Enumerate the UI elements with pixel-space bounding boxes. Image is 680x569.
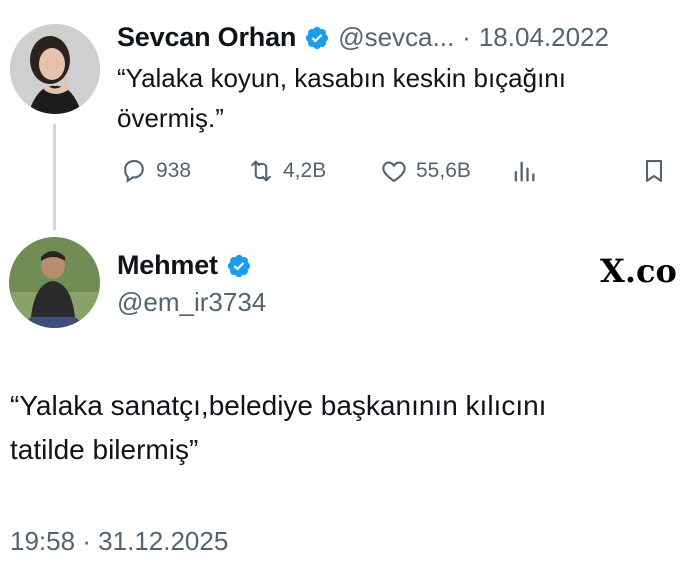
verified-badge-icon bbox=[304, 25, 330, 51]
tweet-date[interactable]: 18.04.2022 bbox=[479, 22, 609, 53]
reply-icon bbox=[124, 160, 144, 183]
avatar-photo-icon bbox=[10, 24, 100, 114]
views-action[interactable] bbox=[510, 157, 538, 185]
reply-tweet-text: “Yalaka sanatçı,belediye başkanının kılı… bbox=[10, 384, 680, 472]
retweet-count: 4,2B bbox=[283, 159, 327, 182]
separator-dot: · bbox=[462, 22, 471, 52]
tweet-text-line: “Yalaka koyun, kasabın keskin bıçağını bbox=[117, 63, 566, 93]
author-handle[interactable]: @em_ir3734 bbox=[117, 287, 266, 318]
mehmet-avatar[interactable] bbox=[9, 237, 100, 328]
quoted-tweet-header: Sevcan Orhan @sevca... · 18.04.2022 bbox=[117, 22, 609, 53]
reply-tweet-header: Mehmet bbox=[117, 250, 252, 281]
bookmark-action[interactable] bbox=[640, 157, 668, 185]
quoted-tweet-text: “Yalaka koyun, kasabın keskin bıçağını ö… bbox=[117, 58, 677, 138]
bookmark-icon bbox=[645, 160, 663, 182]
thread-connector-line bbox=[53, 124, 56, 230]
retweet-action[interactable]: 4,2B bbox=[247, 157, 326, 185]
retweet-icon bbox=[251, 160, 271, 182]
views-icon bbox=[514, 161, 535, 182]
author-name[interactable]: Sevcan Orhan bbox=[117, 22, 296, 53]
reply-action[interactable]: 938 bbox=[120, 157, 191, 185]
tweet-text-line: tatilde bilermiş” bbox=[10, 434, 199, 465]
tweet-text-line: “Yalaka sanatçı,belediye başkanının kılı… bbox=[10, 390, 547, 421]
avatar-photo-icon bbox=[9, 237, 100, 328]
like-action[interactable]: 55,6B bbox=[380, 157, 471, 185]
like-count: 55,6B bbox=[416, 159, 471, 182]
tweet-timestamp[interactable]: 19:58 · 31.12.2025 bbox=[10, 526, 228, 557]
sevcan-avatar[interactable] bbox=[10, 24, 100, 114]
author-handle[interactable]: @sevca... bbox=[338, 22, 454, 53]
x-brand-logo: X.co bbox=[600, 252, 677, 290]
author-name[interactable]: Mehmet bbox=[117, 250, 218, 281]
reply-count: 938 bbox=[156, 159, 192, 182]
tweet-text-line: övermiş.” bbox=[117, 103, 224, 133]
like-icon bbox=[382, 161, 406, 183]
verified-badge-icon bbox=[226, 253, 252, 279]
